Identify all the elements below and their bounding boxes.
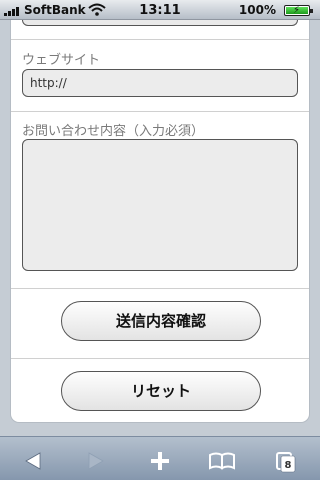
inquiry-textarea[interactable] xyxy=(22,139,298,271)
bookmarks-icon xyxy=(209,452,235,470)
pages-icon: 8 xyxy=(276,452,296,473)
reset-button[interactable]: リセット xyxy=(61,371,261,411)
browser-toolbar: 8 xyxy=(0,436,320,480)
bookmarks-button[interactable] xyxy=(202,437,242,480)
previous-input-field[interactable] xyxy=(22,20,298,26)
divider xyxy=(11,39,309,40)
website-label: ウェブサイト xyxy=(22,53,101,68)
pages-count: 8 xyxy=(285,460,292,471)
confirm-button[interactable]: 送信内容確認 xyxy=(61,301,261,341)
inquiry-label: お問い合わせ内容（入力必須） xyxy=(22,124,205,139)
divider xyxy=(11,111,309,112)
forward-icon xyxy=(88,452,104,470)
divider xyxy=(11,358,309,359)
battery-percent: 100% xyxy=(238,3,276,17)
divider xyxy=(11,288,309,289)
status-bar: SoftBank 13:11 100% ⚡ xyxy=(0,0,320,20)
back-icon xyxy=(25,452,41,470)
add-icon xyxy=(151,452,169,470)
forward-button[interactable] xyxy=(76,437,116,480)
website-input[interactable]: http:// xyxy=(22,69,298,97)
battery-charging-icon: ⚡ xyxy=(284,5,313,16)
back-button[interactable] xyxy=(13,437,53,480)
add-button[interactable] xyxy=(140,437,180,480)
form-card: ウェブサイト http:// お問い合わせ内容（入力必須） 送信内容確認 リセッ… xyxy=(10,20,310,423)
pages-button[interactable]: 8 xyxy=(266,437,306,480)
